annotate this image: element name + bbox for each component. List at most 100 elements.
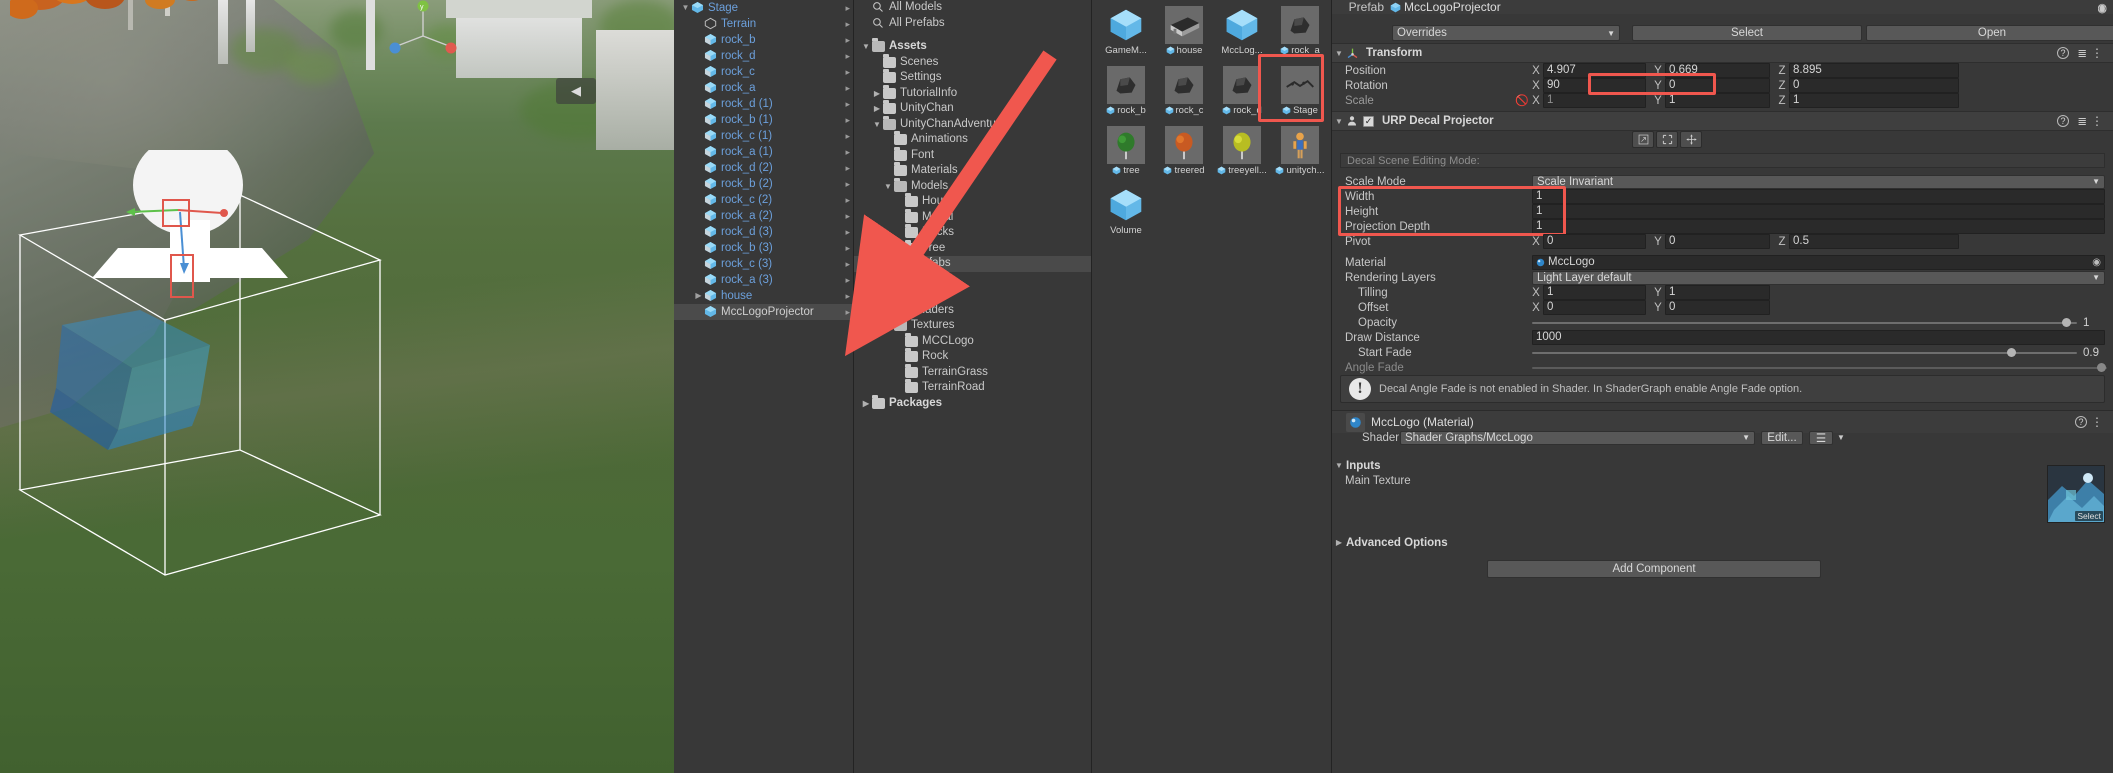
inputs-section-header[interactable]: ▼ Inputs: [1332, 458, 2113, 473]
scale-tool-icon[interactable]: [1632, 131, 1654, 148]
chevron-right-icon[interactable]: ▸: [845, 256, 850, 272]
hierarchy-item-rock-a-2[interactable]: rock_a (2)▸: [674, 208, 853, 224]
hierarchy-item-rock-b-1[interactable]: rock_b (1)▸: [674, 112, 853, 128]
height-row[interactable]: Height 1: [1332, 204, 2113, 219]
asset-item-rock-a[interactable]: rock_a: [1272, 4, 1328, 62]
inspector-panel[interactable]: Prefab MccLogoProjector ◉ Overrides ▼ Se…: [1332, 0, 2113, 773]
project-folder-mcclogo[interactable]: MCCLogo: [854, 334, 1091, 350]
project-folder-scripts[interactable]: Scripts: [854, 287, 1091, 303]
constrain-proportions-icon[interactable]: 🚫: [1515, 94, 1532, 107]
hierarchy-item-rock-d-2[interactable]: rock_d (2)▸: [674, 160, 853, 176]
rendering-layers-row[interactable]: Rendering Layers Light Layer default ▼: [1332, 270, 2113, 285]
hierarchy-item-rock-c-2[interactable]: rock_c (2)▸: [674, 192, 853, 208]
more-options-icon[interactable]: ⋮: [2091, 117, 2103, 125]
asset-item-rock-b[interactable]: rock_b: [1098, 64, 1154, 122]
position-z-field[interactable]: 8.895: [1789, 63, 1959, 78]
chevron-right-icon[interactable]: ▸: [845, 224, 850, 240]
decal-enabled-checkbox[interactable]: ✓: [1363, 116, 1374, 127]
urp-decal-projector-component-header[interactable]: ▼ ✓ URP Decal Projector ? ≣ ⋮: [1332, 111, 2113, 131]
tilling-y-field[interactable]: 1: [1665, 285, 1770, 300]
project-folder-animations[interactable]: Animations: [854, 132, 1091, 148]
project-folder-unitychanadventure[interactable]: ▼UnityChanAdventure: [854, 117, 1091, 133]
project-folder-scenes[interactable]: Scenes: [854, 272, 1091, 288]
hierarchy-item-rock-c-1[interactable]: rock_c (1)▸: [674, 128, 853, 144]
pivot-z-field[interactable]: 0.5: [1789, 234, 1959, 249]
expand-arrow-icon[interactable]: ▼: [882, 179, 894, 195]
hierarchy-item-rock-b-2[interactable]: rock_b (2)▸: [674, 176, 853, 192]
chevron-right-icon[interactable]: ▸: [845, 208, 850, 224]
project-folder-medal[interactable]: Medal: [854, 210, 1091, 226]
saved-search-all-prefabs[interactable]: All Prefabs: [854, 16, 1091, 32]
pivot-y-field[interactable]: 0: [1665, 234, 1770, 249]
projection-depth-row[interactable]: Projection Depth 1: [1332, 219, 2113, 234]
chevron-right-icon[interactable]: ▸: [845, 192, 850, 208]
open-button[interactable]: Open: [1866, 25, 2113, 41]
asset-item-rock-c[interactable]: rock_c: [1156, 64, 1212, 122]
project-folder-tree[interactable]: ▼AssetsScenesSettings▶TutorialInfo▶Unity…: [854, 39, 1091, 411]
chevron-right-icon[interactable]: ▸: [845, 160, 850, 176]
asset-item-unitych[interactable]: unitych...: [1272, 124, 1328, 182]
chevron-right-icon[interactable]: ▸: [845, 112, 850, 128]
chevron-down-icon[interactable]: ▼: [1837, 433, 1845, 442]
offset-y-field[interactable]: 0: [1665, 300, 1770, 315]
scale-mode-row[interactable]: Scale Mode Scale Invariant ▼: [1332, 174, 2113, 189]
expand-arrow-icon[interactable]: ▶: [871, 101, 883, 117]
asset-item-gamem[interactable]: GameM...: [1098, 4, 1154, 62]
move-pivot-tool-icon[interactable]: [1680, 131, 1702, 148]
scale-x-field[interactable]: 1: [1543, 93, 1646, 108]
more-options-icon[interactable]: ⋮: [2091, 418, 2103, 426]
project-folder-house[interactable]: House: [854, 194, 1091, 210]
project-folder-assets[interactable]: ▼Assets: [854, 39, 1091, 55]
scale-z-field[interactable]: 1: [1789, 93, 1959, 108]
height-field[interactable]: 1: [1532, 204, 2105, 219]
project-folder-packages[interactable]: ▶Packages: [854, 396, 1091, 412]
expand-arrow-icon[interactable]: ▼: [871, 117, 883, 133]
hierarchy-panel[interactable]: ▼Stage▸Terrain▸rock_b▸rock_d▸rock_c▸rock…: [674, 0, 854, 773]
hierarchy-item-rock-a-1[interactable]: rock_a (1)▸: [674, 144, 853, 160]
scale-mode-dropdown[interactable]: Scale Invariant ▼: [1532, 175, 2105, 189]
chevron-right-icon[interactable]: ▸: [845, 48, 850, 64]
project-folder-textures[interactable]: ▼Textures: [854, 318, 1091, 334]
project-saved-searches[interactable]: All ModelsAll Prefabs: [854, 0, 1091, 31]
project-folder-shaders[interactable]: Shaders: [854, 303, 1091, 319]
hierarchy-item-rock-a[interactable]: rock_a▸: [674, 80, 853, 96]
position-row[interactable]: Position X 4.907 Y 0.669 Z 8.895: [1332, 63, 2113, 78]
start-fade-slider-knob[interactable]: [2007, 348, 2016, 357]
offset-x-field[interactable]: 0: [1543, 300, 1646, 315]
rotation-z-field[interactable]: 0: [1789, 78, 1959, 93]
material-row[interactable]: Material MccLogo ◉: [1332, 255, 2113, 270]
project-folder-settings[interactable]: Settings: [854, 70, 1091, 86]
expand-arrow-icon[interactable]: ▼: [860, 39, 872, 55]
saved-search-all-models[interactable]: All Models: [854, 0, 1091, 16]
crop-tool-icon[interactable]: [1656, 131, 1678, 148]
project-folder-rocks[interactable]: Rocks: [854, 225, 1091, 241]
select-button[interactable]: Select: [1632, 25, 1862, 41]
asset-grid[interactable]: GameM...houseMccLog...rock_arock_brock_c…: [1098, 4, 1332, 242]
transform-foldout-icon[interactable]: ▼: [1332, 49, 1346, 58]
chevron-right-icon[interactable]: ▸: [845, 272, 850, 288]
chevron-right-icon[interactable]: ▸: [845, 176, 850, 192]
inputs-foldout-icon[interactable]: ▼: [1332, 461, 1346, 470]
more-options-icon[interactable]: ⋮: [2091, 49, 2103, 57]
position-y-field[interactable]: 0.669: [1665, 63, 1770, 78]
offset-row[interactable]: Offset X 0 Y 0: [1332, 300, 2113, 315]
hierarchy-item-rock-c-3[interactable]: rock_c (3)▸: [674, 256, 853, 272]
decal-projector-gizmo[interactable]: [0, 150, 500, 600]
hierarchy-item-rock-d-1[interactable]: rock_d (1)▸: [674, 96, 853, 112]
advanced-options-foldout-icon[interactable]: ▶: [1332, 538, 1346, 547]
chevron-right-icon[interactable]: ▸: [845, 80, 850, 96]
chevron-right-icon[interactable]: ▸: [845, 32, 850, 48]
position-x-field[interactable]: 4.907: [1543, 63, 1646, 78]
width-row[interactable]: Width 1: [1332, 189, 2113, 204]
chevron-right-icon[interactable]: ▸: [845, 240, 850, 256]
asset-item-volume[interactable]: Volume: [1098, 184, 1154, 242]
hierarchy-item-house[interactable]: ▶house▸: [674, 288, 853, 304]
pivot-x-field[interactable]: 0: [1543, 234, 1646, 249]
project-folder-terrainroad[interactable]: TerrainRoad: [854, 380, 1091, 396]
project-panel[interactable]: All ModelsAll Prefabs ▼Assets Scenes Setti…: [854, 0, 1092, 773]
scene-view[interactable]: y ◀: [0, 0, 674, 773]
material-object-field[interactable]: MccLogo ◉: [1532, 255, 2105, 270]
pivot-row[interactable]: Pivot X 0 Y 0 Z 0.5: [1332, 234, 2113, 249]
shader-dropdown[interactable]: Shader Graphs/MccLogo ▼: [1400, 431, 1755, 445]
preset-icon[interactable]: ≣: [2077, 114, 2087, 128]
